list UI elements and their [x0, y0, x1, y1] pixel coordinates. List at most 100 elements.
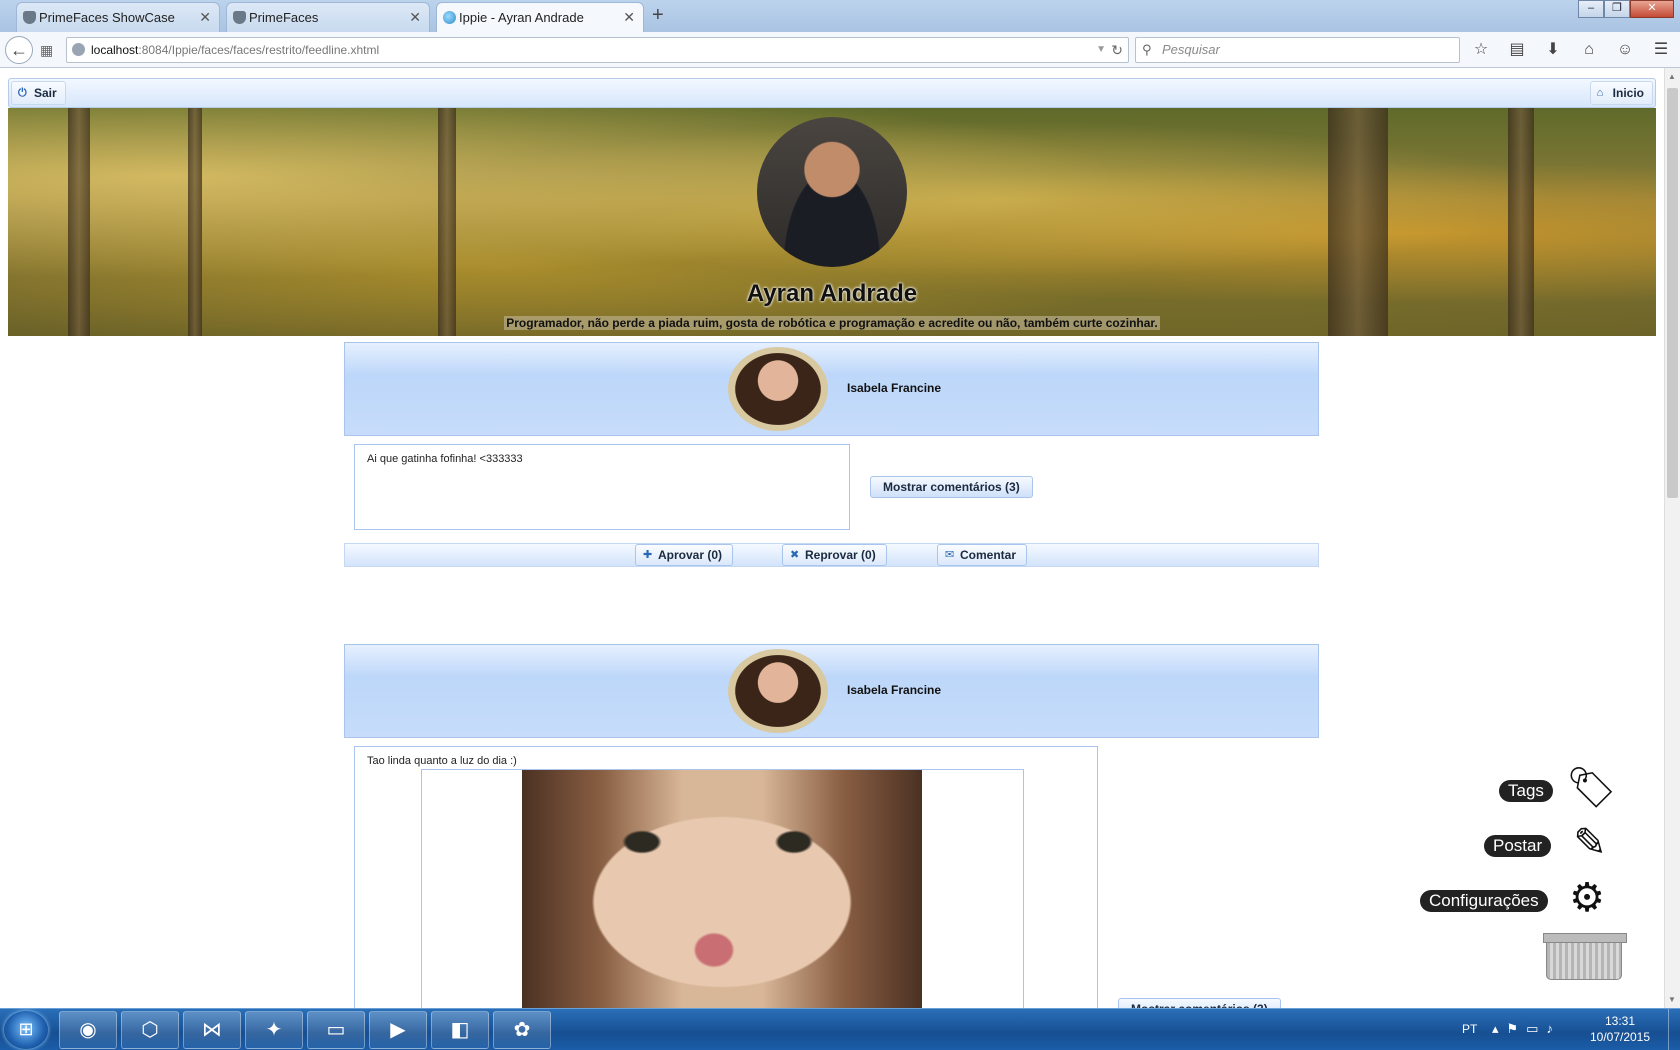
toolbar-icons: ☆ ▤ ⬇ ⌂ ☺ ☰	[1468, 38, 1674, 62]
url-host: localhost	[91, 43, 139, 57]
clock[interactable]: 13:31 10/07/2015	[1588, 1013, 1652, 1045]
reject-label: Reprovar (0)	[805, 548, 876, 562]
scrollbar-thumb[interactable]	[1667, 88, 1678, 498]
restore-icon[interactable]: ❐	[1604, 0, 1630, 18]
notepad-icon[interactable]: ◧	[431, 1011, 489, 1049]
close-icon: ✖	[790, 549, 800, 561]
approve-label: Aprovar (0)	[658, 548, 723, 562]
new-tab-icon[interactable]: +	[652, 4, 664, 27]
profile-avatar[interactable]	[757, 117, 907, 267]
avatar[interactable]	[728, 649, 828, 733]
comment-button[interactable]: ✉ Comentar	[937, 544, 1028, 566]
post-author[interactable]: Isabela Francine	[847, 683, 941, 697]
clock-date: 10/07/2015	[1589, 1030, 1651, 1044]
tray-icons[interactable]: ▴⚑▭♪	[1492, 1021, 1561, 1037]
post-header: Isabela Francine	[344, 644, 1319, 738]
browser-tab[interactable]: PrimeFaces ✕	[226, 2, 430, 32]
paint-icon[interactable]: ✿	[493, 1011, 551, 1049]
download-icon[interactable]: ⬇	[1540, 38, 1566, 62]
post-photo-image	[522, 770, 922, 1008]
tab-title: PrimeFaces	[249, 10, 319, 25]
home-label: Inicio	[1612, 86, 1644, 100]
bookmark-star-icon[interactable]: ☆	[1468, 38, 1494, 62]
shield-icon	[23, 11, 36, 24]
settings-label[interactable]: Configurações	[1420, 890, 1548, 912]
home-icon: ⌂	[1596, 87, 1604, 99]
file-explorer-icon[interactable]: ▭	[307, 1011, 365, 1049]
back-arrow-icon[interactable]: ←	[5, 36, 33, 64]
close-window-icon[interactable]: ✕	[1630, 0, 1674, 18]
close-tab-icon[interactable]: ✕	[623, 9, 635, 26]
search-placeholder: Pesquisar	[1162, 42, 1220, 57]
url-path: :8084/Ippie/faces/faces/restrito/feedlin…	[138, 43, 380, 57]
show-comments-button[interactable]: Mostrar comentários (3)	[870, 476, 1033, 498]
profile-name: Ayran Andrade	[746, 280, 918, 307]
post-photo[interactable]	[421, 769, 1024, 1008]
chat-icon[interactable]: ☺	[1612, 38, 1638, 62]
post-content: Ai que gatinha fofinha! <333333	[354, 444, 850, 530]
bookmarks-list-icon[interactable]: ▤	[1504, 38, 1530, 62]
search-icon: ⚲	[1142, 42, 1152, 57]
avatar[interactable]	[728, 347, 828, 431]
logout-label: Sair	[34, 86, 57, 100]
media-player-icon[interactable]: ▶	[369, 1011, 427, 1049]
browser-nav-bar: ← ▦ localhost:8084/Ippie/faces/faces/res…	[0, 32, 1680, 68]
reject-button[interactable]: ✖ Reprovar (0)	[782, 544, 887, 566]
gear-icon[interactable]: ⚙	[1563, 874, 1611, 922]
url-bar[interactable]: localhost:8084/Ippie/faces/faces/restrit…	[66, 37, 1129, 63]
post-text: Ai que gatinha fofinha! <333333	[367, 453, 523, 465]
windows-start-icon[interactable]: ⊞	[4, 1011, 48, 1049]
approve-button[interactable]: ✚ Aprovar (0)	[635, 544, 734, 566]
post-author[interactable]: Isabela Francine	[847, 381, 941, 395]
tab-title: PrimeFaces ShowCase	[39, 10, 175, 25]
os-taskbar: ⊞ ◉ ⬡ ⋈ ✦ ▭ ▶ ◧ ✿ PT ▴⚑▭♪ 13:31 10/07/20…	[0, 1008, 1680, 1050]
post-action-bar: ✚ Aprovar (0) ✖ Reprovar (0) ✉ Comentar	[344, 543, 1319, 567]
firefox-icon[interactable]: ◉	[59, 1011, 117, 1049]
shield-icon	[233, 11, 246, 24]
post-content: Tao linda quanto a luz do dia :)	[354, 746, 1098, 1008]
show-desktop-button[interactable]	[1668, 1009, 1680, 1050]
reload-icon[interactable]: ↻	[1111, 38, 1123, 62]
tags-label[interactable]: Tags	[1499, 780, 1553, 802]
comment-icon: ✉	[945, 549, 955, 561]
post-label[interactable]: Postar	[1484, 835, 1552, 857]
post-text: Tao linda quanto a luz do dia :)	[367, 755, 517, 767]
browser-tab-strip: PrimeFaces ShowCase ✕ PrimeFaces ✕ Ippie…	[0, 0, 1680, 32]
tab-title: Ippie - Ayran Andrade	[459, 10, 584, 25]
history-icon[interactable]: ▦	[40, 42, 53, 59]
globe-icon	[443, 11, 456, 24]
clock-time: 13:31	[1604, 1014, 1636, 1028]
browser-tab[interactable]: PrimeFaces ShowCase ✕	[16, 2, 220, 32]
close-tab-icon[interactable]: ✕	[409, 9, 421, 26]
scroll-up-icon[interactable]: ▲	[1668, 72, 1676, 81]
page-scrollbar[interactable]: ▲ ▼	[1664, 68, 1680, 1008]
search-input[interactable]: ⚲ Pesquisar	[1135, 37, 1460, 63]
language-indicator[interactable]: PT	[1462, 1022, 1477, 1036]
close-tab-icon[interactable]: ✕	[199, 9, 211, 26]
tag-icon[interactable]: 🏷	[1566, 764, 1617, 812]
mysql-workbench-icon[interactable]: ✦	[245, 1011, 303, 1049]
show-comments-button[interactable]: Mostrar comentários (3)	[1118, 998, 1281, 1008]
browser-tab-active[interactable]: Ippie - Ayran Andrade ✕	[436, 2, 644, 32]
virtualbox-icon[interactable]: ⬡	[121, 1011, 179, 1049]
site-info-icon[interactable]	[72, 43, 85, 56]
scroll-down-icon[interactable]: ▼	[1668, 995, 1676, 1004]
home-button[interactable]: ⌂ Inicio	[1589, 81, 1653, 105]
comment-label: Comentar	[960, 548, 1017, 562]
minimize-icon[interactable]: –	[1578, 0, 1604, 18]
power-icon: ⏻	[18, 87, 27, 99]
window-controls: – ❐ ✕	[1578, 0, 1674, 18]
profile-bio: Programador, não perde a piada ruim, gos…	[504, 316, 1160, 330]
visual-studio-icon[interactable]: ⋈	[183, 1011, 241, 1049]
page-viewport: ⏻ Sair ⌂ Inicio Ayran Andrade Programado…	[0, 68, 1664, 1008]
post-header: Isabela Francine	[344, 342, 1319, 436]
profile-cover: Ayran Andrade Programador, não perde a p…	[8, 108, 1656, 336]
menu-icon[interactable]: ☰	[1648, 38, 1674, 62]
chevron-down-icon[interactable]: ▼	[1096, 38, 1106, 62]
pencil-icon[interactable]: ✎	[1566, 819, 1614, 867]
trash-icon[interactable]	[1543, 933, 1627, 980]
plus-icon: ✚	[643, 549, 653, 561]
top-menubar: ⏻ Sair ⌂ Inicio	[8, 78, 1656, 108]
home-icon[interactable]: ⌂	[1576, 38, 1602, 62]
logout-button[interactable]: ⏻ Sair	[11, 81, 66, 105]
